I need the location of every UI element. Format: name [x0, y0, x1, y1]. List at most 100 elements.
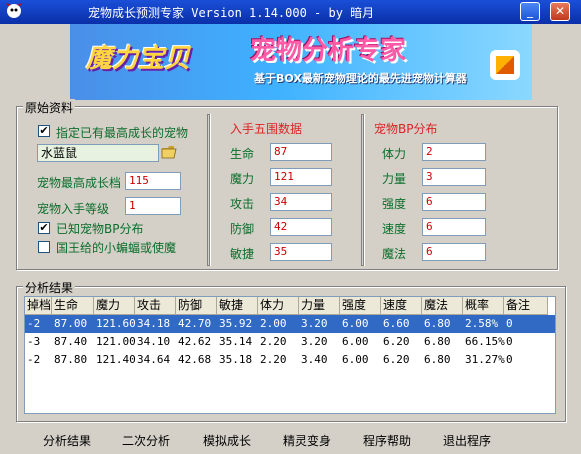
- column-header[interactable]: 敏捷: [217, 297, 258, 315]
- minimize-button[interactable]: _: [520, 2, 540, 21]
- table-cell: 0: [506, 353, 513, 366]
- stats-title: 入手五围数据: [230, 122, 303, 136]
- table-header: 掉档 生命 魔力 攻击 防御 敏捷 体力 力量 强度 速度 魔法 概率 备注: [25, 297, 555, 315]
- table-cell: 2.58%: [465, 317, 499, 330]
- max-growth-label: 宠物最高成长档: [37, 176, 122, 190]
- bp-input-str[interactable]: 3: [422, 168, 486, 186]
- table-cell: 6.00: [342, 317, 369, 330]
- table-cell: 42.68: [178, 353, 212, 366]
- table-cell: 6.60: [383, 317, 410, 330]
- bp-input-tgh[interactable]: 6: [422, 193, 486, 211]
- bp-input-vit[interactable]: 2: [422, 143, 486, 161]
- table-cell: 121.40: [96, 353, 136, 366]
- bp-title: 宠物BP分布: [374, 122, 438, 136]
- table-cell: 35.14: [219, 335, 253, 348]
- open-folder-icon[interactable]: [161, 144, 179, 160]
- stat-label-atk: 攻击: [230, 197, 255, 211]
- known-bp-checkbox[interactable]: ✔: [38, 222, 50, 234]
- box-logo-icon: [490, 50, 520, 80]
- column-header[interactable]: 强度: [340, 297, 381, 315]
- stat-input-hp[interactable]: 87: [270, 143, 332, 161]
- simulate-growth-button[interactable]: 模拟成长: [203, 432, 251, 449]
- window-title: 宠物成长预测专家 Version 1.14.000 - by 暗月: [88, 6, 375, 20]
- pet-transform-button[interactable]: 精灵变身: [283, 432, 331, 449]
- column-header[interactable]: 魔力: [94, 297, 135, 315]
- table-cell: 34.10: [137, 335, 171, 348]
- results-label: 分析结果: [23, 279, 76, 296]
- table-cell: 2.00: [260, 317, 287, 330]
- table-cell: -2: [27, 317, 41, 330]
- column-header[interactable]: 生命: [52, 297, 94, 315]
- original-data-label: 原始资料: [23, 99, 76, 116]
- stat-input-atk[interactable]: 34: [270, 193, 332, 211]
- specify-pet-checkbox[interactable]: ✔: [38, 125, 50, 137]
- table-cell: 6.80: [424, 317, 451, 330]
- bp-label-mag: 魔法: [382, 247, 407, 261]
- pet-name-field[interactable]: 水蓝鼠: [37, 144, 159, 162]
- column-header[interactable]: 攻击: [135, 297, 176, 315]
- column-header[interactable]: 备注: [504, 297, 548, 315]
- table-row[interactable]: -3 87.40 121.00 34.10 42.62 35.14 2.20 3…: [25, 333, 555, 351]
- table-cell: 34.64: [137, 353, 171, 366]
- pet-level-label: 宠物入手等级: [37, 202, 110, 216]
- column-header[interactable]: 体力: [258, 297, 299, 315]
- column-header[interactable]: 掉档: [25, 297, 52, 315]
- bp-label-str: 力量: [382, 172, 407, 186]
- table-cell: 6.80: [424, 335, 451, 348]
- table-cell: 2.20: [260, 353, 287, 366]
- stat-input-def[interactable]: 42: [270, 218, 332, 236]
- table-cell: 6.00: [342, 353, 369, 366]
- banner: 魔力宝贝 宠物分析专家 基于BOX最新宠物理论的最先进宠物计算器: [70, 24, 532, 100]
- column-header[interactable]: 魔法: [422, 297, 463, 315]
- column-header[interactable]: 力量: [299, 297, 340, 315]
- column-header[interactable]: 概率: [463, 297, 504, 315]
- secondary-analysis-button[interactable]: 二次分析: [122, 432, 170, 449]
- bp-label-vit: 体力: [382, 147, 407, 161]
- stats-panel: [207, 114, 210, 266]
- stat-label-hp: 生命: [230, 147, 255, 161]
- help-button[interactable]: 程序帮助: [363, 432, 411, 449]
- table-cell: 6.20: [383, 353, 410, 366]
- specify-pet-label: 指定已有最高成长的宠物: [56, 126, 189, 140]
- results-table[interactable]: 掉档 生命 魔力 攻击 防御 敏捷 体力 力量 强度 速度 魔法 概率 备注 -…: [24, 296, 556, 414]
- table-cell: 42.62: [178, 335, 212, 348]
- king-pet-label: 国王给的小蝙蝠或使魔: [56, 241, 177, 255]
- bp-label-tgh: 强度: [382, 197, 407, 211]
- table-cell: 35.18: [219, 353, 253, 366]
- pet-level-input[interactable]: 1: [125, 197, 181, 215]
- table-cell: 3.20: [301, 317, 328, 330]
- max-growth-input[interactable]: 115: [125, 172, 181, 190]
- table-cell: 3.20: [301, 335, 328, 348]
- table-row[interactable]: -2 87.00 121.60 34.18 42.70 35.92 2.00 3…: [25, 315, 555, 333]
- banner-title: 宠物分析专家: [250, 36, 407, 66]
- table-cell: 0: [506, 317, 513, 330]
- table-cell: 35.92: [219, 317, 253, 330]
- table-cell: 6.20: [383, 335, 410, 348]
- table-cell: 3.40: [301, 353, 328, 366]
- table-cell: 2.20: [260, 335, 287, 348]
- bp-input-spd[interactable]: 6: [422, 218, 486, 236]
- table-cell: 121.00: [96, 335, 136, 348]
- table-cell: 31.27%: [465, 353, 505, 366]
- table-row[interactable]: -2 87.80 121.40 34.64 42.68 35.18 2.20 3…: [25, 351, 555, 369]
- close-button[interactable]: ✕: [550, 2, 570, 21]
- table-cell: 87.80: [54, 353, 88, 366]
- banner-logo: 魔力宝贝: [86, 44, 191, 74]
- column-header[interactable]: 防御: [176, 297, 217, 315]
- table-cell: 121.60: [96, 317, 136, 330]
- king-pet-checkbox[interactable]: [38, 241, 50, 253]
- app-icon: [6, 3, 22, 18]
- title-bar: 宠物成长预测专家 Version 1.14.000 - by 暗月 _ ✕: [0, 0, 581, 24]
- bp-input-mag[interactable]: 6: [422, 243, 486, 261]
- stat-input-mp[interactable]: 121: [270, 168, 332, 186]
- table-cell: -3: [27, 335, 41, 348]
- table-cell: 6.00: [342, 335, 369, 348]
- stat-input-agi[interactable]: 35: [270, 243, 332, 261]
- known-bp-label: 已知宠物BP分布: [56, 222, 144, 236]
- analyze-result-button[interactable]: 分析结果: [43, 432, 91, 449]
- column-header[interactable]: 速度: [381, 297, 422, 315]
- exit-button[interactable]: 退出程序: [443, 432, 491, 449]
- bp-panel: [361, 114, 364, 266]
- stat-label-def: 防御: [230, 222, 255, 236]
- table-cell: 66.15%: [465, 335, 505, 348]
